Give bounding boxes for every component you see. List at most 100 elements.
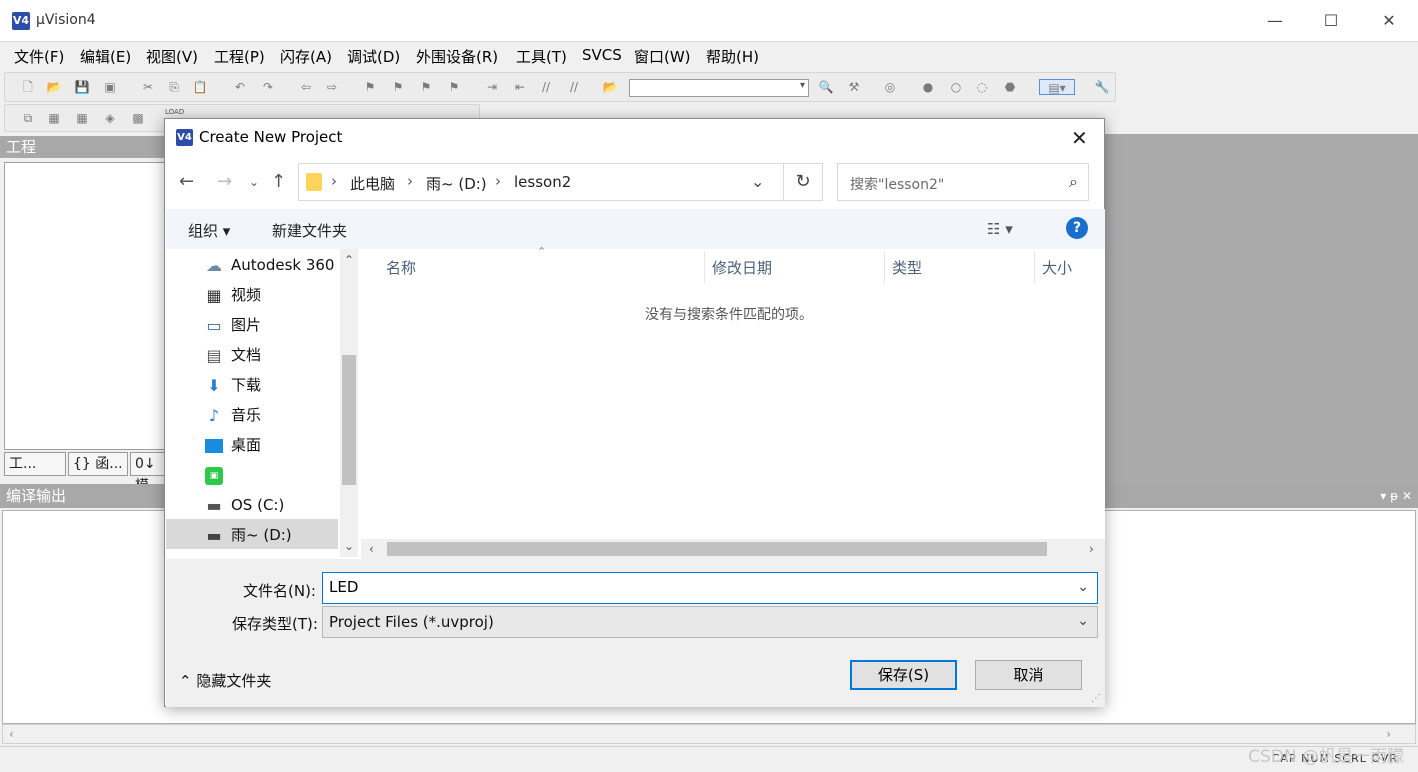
menu-view[interactable]: 视图(V) — [146, 46, 198, 67]
scroll-right-icon[interactable]: › — [1089, 542, 1094, 556]
undo-icon[interactable]: ↶ — [231, 79, 249, 95]
incremental-find-icon[interactable]: ⚒ — [845, 79, 863, 95]
window-layout-icon[interactable]: ▤▾ — [1039, 79, 1075, 95]
unindent-icon[interactable]: ⇤ — [511, 79, 529, 95]
tab-project[interactable]: 工... — [4, 452, 66, 476]
nav-item-desktop[interactable]: 桌面 — [231, 431, 261, 459]
download-load-label[interactable]: LOAD — [165, 108, 184, 116]
file-list-hscrollbar-thumb[interactable] — [387, 542, 1047, 556]
breakpoint-icon[interactable]: ● — [919, 79, 937, 95]
search-icon[interactable]: ⌕ — [1069, 172, 1078, 192]
nav-item-drive-c[interactable]: OS (C:) — [231, 491, 284, 519]
menu-flash[interactable]: 闪存(A) — [280, 46, 332, 67]
resize-grip-icon[interactable]: ⋰ — [1091, 693, 1101, 704]
redo-icon[interactable]: ↷ — [259, 79, 277, 95]
configure-icon[interactable]: 🔧 — [1093, 79, 1111, 95]
column-type[interactable]: 类型 — [892, 257, 922, 278]
help-icon[interactable]: ? — [1066, 217, 1088, 239]
output-pane-controls[interactable]: ▾ ᵽ ✕ — [1380, 484, 1412, 508]
menu-window[interactable]: 窗口(W) — [634, 46, 691, 67]
breadcrumb-this-pc[interactable]: 此电脑 — [350, 173, 395, 194]
address-bar[interactable]: › 此电脑 › 雨~ (D:) › lesson2 ⌄ — [298, 163, 822, 201]
menu-svcs[interactable]: SVCS — [582, 46, 622, 64]
back-arrow-icon[interactable]: ← — [179, 171, 194, 192]
project-tree[interactable] — [4, 162, 165, 450]
scroll-right-icon[interactable]: › — [1386, 727, 1391, 741]
view-options-icon[interactable]: ☷ ▾ — [987, 220, 1013, 238]
comment-icon[interactable]: // — [537, 79, 555, 95]
nav-forward-icon[interactable]: ⇨ — [323, 79, 341, 95]
batch-build-icon[interactable]: ◈ — [101, 110, 119, 126]
output-hscrollbar[interactable]: ‹ › — [2, 724, 1416, 744]
breadcrumb-lesson2[interactable]: lesson2 — [514, 173, 571, 191]
nav-item-documents[interactable]: 文档 — [231, 341, 261, 369]
iqiyi-icon[interactable]: ▣ — [205, 467, 223, 485]
debug-session-icon[interactable]: ◎ — [881, 79, 899, 95]
nav-back-icon[interactable]: ⇦ — [297, 79, 315, 95]
bookmark-icon[interactable]: ⚑ — [361, 79, 379, 95]
address-dropdown-icon[interactable]: ⌄ — [751, 172, 764, 191]
bookmark-prev-icon[interactable]: ⚑ — [389, 79, 407, 95]
file-list[interactable] — [361, 249, 1105, 559]
nav-scrollbar-thumb[interactable] — [342, 355, 356, 485]
nav-item-autodesk[interactable]: Autodesk 360 — [231, 251, 334, 279]
breakpoint-disable-icon[interactable]: ○ — [947, 79, 965, 95]
dialog-close-button[interactable]: ✕ — [1071, 126, 1088, 150]
filename-input[interactable]: LED ⌄ — [322, 572, 1098, 604]
search-input[interactable]: 搜索"lesson2" ⌕ — [837, 163, 1089, 201]
breadcrumb-drive-d[interactable]: 雨~ (D:) — [426, 173, 487, 194]
filename-dropdown-icon[interactable]: ⌄ — [1077, 579, 1089, 595]
copy-icon[interactable]: ⎘ — [165, 79, 183, 95]
cut-icon[interactable]: ✂ — [139, 79, 157, 95]
column-modified[interactable]: 修改日期 — [712, 257, 772, 278]
find-in-files-icon[interactable]: 📂 — [601, 79, 619, 95]
column-size[interactable]: 大小 — [1042, 257, 1072, 278]
scroll-up-icon[interactable]: ⌃ — [344, 253, 354, 267]
save-button[interactable]: 保存(S) — [850, 660, 957, 690]
menu-debug[interactable]: 调试(D) — [347, 46, 400, 67]
filetype-dropdown-icon[interactable]: ⌄ — [1077, 613, 1089, 629]
maximize-button[interactable]: ☐ — [1316, 10, 1346, 32]
build-icon[interactable]: ▦ — [45, 110, 63, 126]
scroll-down-icon[interactable]: ⌄ — [344, 539, 354, 553]
rebuild-icon[interactable]: ▦ — [73, 110, 91, 126]
open-file-icon[interactable]: 📂 — [45, 79, 63, 95]
column-name[interactable]: 名称 — [386, 257, 416, 278]
new-file-icon[interactable]: 🗋 — [19, 79, 37, 95]
menu-help[interactable]: 帮助(H) — [706, 46, 759, 67]
indent-icon[interactable]: ⇥ — [483, 79, 501, 95]
find-icon[interactable]: 🔍 — [817, 79, 835, 95]
menu-tools[interactable]: 工具(T) — [516, 46, 567, 67]
tab-functions[interactable]: {} 函... — [68, 452, 128, 476]
bookmark-clear-icon[interactable]: ⚑ — [445, 79, 463, 95]
new-folder-button[interactable]: 新建文件夹 — [272, 220, 347, 241]
cancel-button[interactable]: 取消 — [975, 660, 1082, 690]
nav-item-drive-d[interactable]: 雨~ (D:) — [231, 521, 292, 549]
nav-item-downloads[interactable]: 下载 — [231, 371, 261, 399]
scroll-left-icon[interactable]: ‹ — [9, 727, 14, 741]
refresh-button[interactable]: ↻ — [783, 163, 823, 201]
scroll-left-icon[interactable]: ‹ — [369, 542, 374, 556]
save-icon[interactable]: 💾 — [73, 79, 91, 95]
translate-icon[interactable]: ⧉ — [19, 110, 37, 126]
menu-file[interactable]: 文件(F) — [14, 46, 64, 67]
filetype-select[interactable]: Project Files (*.uvproj) ⌄ — [322, 606, 1098, 638]
bookmark-next-icon[interactable]: ⚑ — [417, 79, 435, 95]
nav-item-music[interactable]: 音乐 — [231, 401, 261, 429]
target-combo[interactable] — [629, 79, 809, 97]
save-all-icon[interactable]: ▣ — [101, 79, 119, 95]
breakpoint-kill-all-icon[interactable]: ⬣ — [1001, 79, 1019, 95]
organize-button[interactable]: 组织 ▾ — [188, 220, 230, 241]
close-button[interactable]: ✕ — [1374, 10, 1404, 32]
menu-edit[interactable]: 编辑(E) — [80, 46, 131, 67]
menu-project[interactable]: 工程(P) — [214, 46, 265, 67]
stop-build-icon[interactable]: ▩ — [129, 110, 147, 126]
up-arrow-icon[interactable]: ↑ — [271, 171, 286, 192]
uncomment-icon[interactable]: // — [565, 79, 583, 95]
breakpoint-disable-all-icon[interactable]: ◌ — [973, 79, 991, 95]
recent-locations-icon[interactable]: ⌄ — [249, 175, 259, 189]
hide-folders-toggle[interactable]: ⌃ 隐藏文件夹 — [179, 670, 271, 691]
minimize-button[interactable]: — — [1260, 10, 1290, 32]
nav-item-pictures[interactable]: 图片 — [231, 311, 261, 339]
menu-peripherals[interactable]: 外围设备(R) — [416, 46, 498, 67]
